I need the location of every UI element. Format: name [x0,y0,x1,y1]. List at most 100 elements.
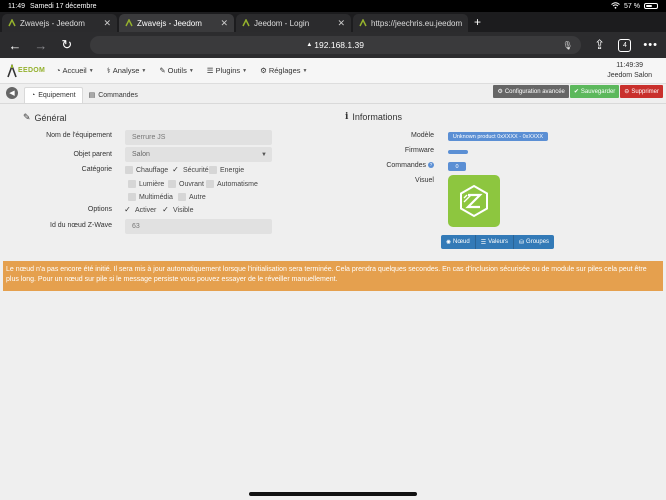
delete-button[interactable]: ⊖ Supprimer [620,85,663,98]
warning-alert: Le nœud n'a pas encore été initié. Il se… [3,261,663,291]
battery-icon [644,3,658,9]
checkbox-label: Autre [189,193,206,201]
general-section-title: ✎ Général [23,112,67,123]
menu-label: Outils [167,66,187,75]
button-label: Sauvegarder [580,88,616,95]
commands-count-badge: 0 [448,162,466,171]
status-bar: 11:49 Samedi 17 décembre 57 % [0,0,666,12]
clock-time: 11:49:39 [616,61,643,69]
checkbox-box [168,180,176,188]
new-tab-button[interactable]: + [474,15,481,29]
cogs-icon: ⚙ [497,89,503,95]
jeedom-logo[interactable]: EEDOM [6,63,52,78]
menu-outils[interactable]: ✎ Outils ▼ [159,66,193,75]
browser-tab-active[interactable]: Zwavejs - Jeedom ✕ [119,14,234,32]
category-automatisme-checkbox[interactable]: Automatisme [206,180,258,188]
category-chauffage-checkbox[interactable]: Chauffage [125,166,168,174]
wrench-icon: ✎ [159,66,166,75]
firmware-badge [448,150,468,154]
stethoscope-icon: ⚕ [106,66,111,75]
menu-analyse[interactable]: ⚕ Analyse ▼ [107,66,147,75]
browser-tab[interactable]: Zwavejs - Jeedom ✕ [2,14,117,32]
save-button[interactable]: ✔ Sauvegarder [569,85,620,98]
menu-plugins[interactable]: ☰ Plugins ▼ [207,66,247,75]
tab-label: Zwavejs - Jeedom [20,18,85,28]
forward-arrow-icon[interactable]: → [34,38,48,53]
button-label: Supprimer [631,88,659,95]
lock-icon: ▲ [306,42,313,48]
wrench-icon: ✎ [23,112,31,122]
tab-count-button[interactable]: 4 [618,38,632,52]
equipment-name-label: Nom de l'équipement [46,132,112,139]
node-button[interactable]: ✺ Nœud [441,235,476,249]
status-date: Samedi 17 décembre [30,2,97,10]
browser-tab[interactable]: Jeedom - Login ✕ [236,14,351,32]
section-title-text: Général [34,112,67,123]
advanced-config-button[interactable]: ⚙ Configuration avancée [493,85,569,98]
browser-tab[interactable]: https://jeechris.eu.jeedom [353,14,468,32]
category-autre-checkbox[interactable]: Autre [178,193,206,201]
node-id-input[interactable]: 63 [125,219,272,234]
back-arrow-icon[interactable]: ← [8,38,22,53]
menu-label: Plugins [215,66,241,75]
tab-close-icon[interactable]: ✕ [337,18,345,29]
category-multimedia-checkbox[interactable]: Multimédia [128,193,173,201]
tab-commandes[interactable]: ▤ Commandes [83,87,144,103]
jeedom-favicon-icon [242,18,250,27]
parent-object-label: Objet parent [73,151,112,158]
microphone-icon[interactable]: 🎙 [562,41,572,50]
home-indicator[interactable] [249,492,417,496]
category-securite-checkbox[interactable]: ✓ Sécurité [171,166,209,174]
list-icon: ☰ [206,66,214,75]
button-label: Valeurs [488,239,508,245]
info-icon: i [345,112,349,122]
jeedom-favicon-icon [125,18,133,27]
button-label: Nœud [453,239,470,245]
main-menu: ◔ Accueil ▼ ⚕ Analyse ▼ ✎ Outils ▼ ☰ Plugins ▼ ⚙… [56,66,307,75]
node-icon: ✺ [446,239,452,246]
tab-equipement[interactable]: ◔ Equipement [24,87,83,103]
option-visible-checkbox[interactable]: ✓ Visible [161,206,193,214]
informations-section-title: i Informations [345,112,402,122]
share-icon[interactable]: ⇪ [593,37,607,53]
tab-close-icon[interactable]: ✕ [103,18,111,29]
caret-down-icon: ▼ [188,67,194,74]
checkbox-label: Lumière [139,180,165,188]
checkbox-label: Chauffage [136,166,169,174]
equipment-name-input[interactable]: Serrure JS [125,130,272,145]
caret-down-icon: ▼ [302,67,308,74]
url-field[interactable]: ▲ 192.168.1.39 🎙 [89,36,581,54]
more-menu-icon[interactable]: ••• [643,39,658,51]
select-value: Salon [132,151,150,158]
jeedom-logo-icon [7,63,17,77]
category-lumiere-checkbox[interactable]: Lumière [128,180,164,188]
back-circle-icon[interactable]: ◀ [6,87,18,99]
help-question-icon[interactable]: ? [428,162,434,168]
checkbox-box [178,193,186,201]
category-energie-checkbox[interactable]: Energie [209,166,244,174]
menu-accueil[interactable]: ◔ Accueil ▼ [56,66,94,75]
checkbox-box [209,166,217,174]
checkbox-label: Energie [220,166,245,174]
main-content: ◀ ◔ Equipement ▤ Commandes ⚙ Configuration … [0,84,666,500]
address-bar: ← → ↻ ▲ 192.168.1.39 🎙 ⇪ 4 ••• [0,32,666,58]
section-title-text: Informations [352,112,402,122]
option-activer-checkbox[interactable]: ✓ Activer [123,206,156,214]
groups-button[interactable]: ⛁ Groupes [514,235,554,249]
gear-icon: ⚙ [260,66,267,75]
tab-label: Zwavejs - Jeedom [137,18,202,28]
caret-down-icon: ▼ [141,67,147,74]
database-icon: ⛁ [519,239,525,246]
checkbox-label: Activer [135,206,157,214]
tab-close-icon[interactable]: ✕ [220,18,228,29]
checkbox-box [206,180,214,188]
values-button[interactable]: ☰ Valeurs [476,235,514,249]
reload-icon[interactable]: ↻ [60,37,74,53]
tab-label: Commandes [98,91,138,99]
button-label: Configuration avancée [504,88,565,95]
category-ouvrant-checkbox[interactable]: Ouvrant [168,180,204,188]
dashboard-icon: ◔ [56,66,61,75]
menu-reglages[interactable]: ⚙ Réglages ▼ [260,66,307,75]
parent-object-select[interactable]: Salon ▼ [125,147,272,162]
options-label: Options [87,206,112,213]
